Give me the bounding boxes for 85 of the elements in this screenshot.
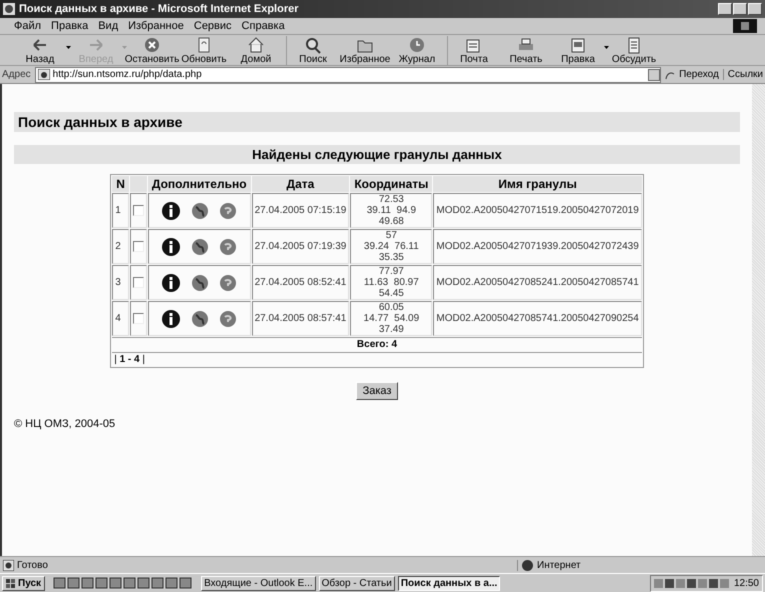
- go-button[interactable]: Переход: [679, 69, 719, 80]
- dropdown-button[interactable]: [648, 68, 660, 80]
- table-cell: 72.53 39.11 94.9 49.68: [350, 193, 432, 228]
- menu-item[interactable]: Справка: [238, 20, 289, 32]
- taskbar-button[interactable]: Поиск данных в а...: [398, 576, 500, 590]
- info-icon[interactable]: [162, 310, 180, 328]
- help-globe-icon[interactable]: [220, 310, 236, 326]
- column-header: Дополнительно: [148, 176, 251, 192]
- info-icon[interactable]: [162, 238, 180, 256]
- table-cell: 27.04.2005 08:57:41: [252, 301, 350, 336]
- toolbar-button[interactable]: Журнал: [391, 36, 443, 64]
- clock: 12:50: [734, 578, 759, 588]
- page-title: Поиск данных в архиве: [14, 112, 740, 132]
- search-icon: [303, 36, 323, 54]
- maximize-button[interactable]: [733, 3, 747, 15]
- total-count: Всего: 4: [112, 337, 642, 351]
- windows-logo-icon: [733, 19, 757, 33]
- browser-icon: [3, 3, 15, 15]
- status-text: Готово: [17, 560, 49, 570]
- toolbar-button[interactable]: Обсудить: [608, 36, 660, 64]
- help-globe-icon[interactable]: [220, 238, 236, 254]
- column-header: Координаты: [350, 176, 432, 192]
- info-icon[interactable]: [162, 274, 180, 292]
- checkbox[interactable]: [132, 313, 144, 324]
- help-globe-icon[interactable]: [220, 202, 236, 218]
- zone-label: Интернет: [537, 560, 581, 570]
- toolbar-button[interactable]: Домой: [230, 36, 282, 64]
- address-label: Адрес: [2, 69, 31, 80]
- start-button[interactable]: Пуск: [2, 576, 46, 590]
- page-icon: [3, 560, 14, 570]
- menu-item[interactable]: Файл: [10, 20, 46, 32]
- results-heading: Найдены следующие гранулы данных: [14, 145, 740, 164]
- taskbar-button[interactable]: Входящие - Outlook E...: [201, 576, 316, 590]
- order-button[interactable]: Заказ: [356, 382, 398, 400]
- tray-icons-drawing[interactable]: [654, 578, 730, 588]
- checkbox[interactable]: [132, 241, 144, 252]
- caret-icon[interactable]: [604, 46, 609, 48]
- pager-link[interactable]: | 1 - 4 |: [112, 352, 642, 366]
- caret-icon[interactable]: [66, 46, 71, 48]
- column-header: Дата: [252, 176, 350, 192]
- menu-item[interactable]: Избранное: [124, 20, 188, 32]
- table-cell: MOD02.A20050427085741.20050427090254: [433, 301, 642, 336]
- info-icon[interactable]: [162, 202, 180, 220]
- minimize-button[interactable]: [718, 3, 732, 15]
- checkbox[interactable]: [132, 277, 144, 288]
- table-cell: 60.05 14.77 54.09 37.49: [350, 301, 432, 336]
- table-cell: MOD02.A20050427071519.20050427072019: [433, 193, 642, 228]
- toolbar-button[interactable]: Поиск: [286, 36, 339, 64]
- toolbar-button[interactable]: Остановить: [126, 36, 178, 64]
- toolbar-button[interactable]: Почта: [447, 36, 500, 64]
- scrollbar[interactable]: [752, 84, 765, 556]
- page-icon: [38, 69, 50, 80]
- menu-item[interactable]: Вид: [94, 20, 122, 32]
- windows-logo-icon: [6, 578, 16, 588]
- home-icon: [246, 36, 266, 54]
- table-cell: 3: [112, 265, 129, 300]
- table-cell: 27.04.2005 07:19:39: [252, 229, 350, 264]
- copyright-text: © НЦ ОМЗ, 2004-05: [14, 418, 116, 430]
- toolbar-button[interactable]: Избранное: [339, 36, 391, 64]
- table-cell: 57 39.24 76.11 35.35: [350, 229, 432, 264]
- table-cell: 1: [112, 193, 129, 228]
- table-cell: 27.04.2005 07:15:19: [252, 193, 350, 228]
- table-cell: MOD02.A20050427085241.20050427085741: [433, 265, 642, 300]
- help-globe-icon[interactable]: [220, 274, 236, 290]
- toolbar-button[interactable]: Правка: [552, 36, 604, 64]
- column-header: N: [112, 176, 129, 192]
- menu-item[interactable]: Сервис: [190, 20, 236, 32]
- column-header: Имя гранулы: [433, 176, 642, 192]
- toolbar-button[interactable]: Печать: [500, 36, 552, 64]
- table-cell: 2: [112, 229, 129, 264]
- taskbar-button[interactable]: Обзор - Статьи: [318, 576, 395, 590]
- table-cell: 4: [112, 301, 129, 336]
- toolbar-button[interactable]: Назад: [14, 36, 66, 64]
- table-cell: 27.04.2005 08:52:41: [252, 265, 350, 300]
- toolbar-button[interactable]: Обновить: [178, 36, 230, 64]
- table-cell: 77.97 11.63 80.97 54.45: [350, 265, 432, 300]
- close-button[interactable]: [748, 3, 762, 15]
- links-button[interactable]: Ссылки: [722, 69, 763, 80]
- stop-icon: [142, 36, 162, 54]
- address-field[interactable]: http://sun.ntsomz.ru/php/data.php: [34, 66, 662, 82]
- table-cell: MOD02.A20050427071939.20050427072439: [433, 229, 642, 264]
- clock-icon: [407, 36, 427, 54]
- checkbox[interactable]: [132, 205, 144, 216]
- window-title: Поиск данных в архиве - Microsoft Internet Explorer: [19, 3, 300, 15]
- menu-item[interactable]: Правка: [47, 20, 92, 32]
